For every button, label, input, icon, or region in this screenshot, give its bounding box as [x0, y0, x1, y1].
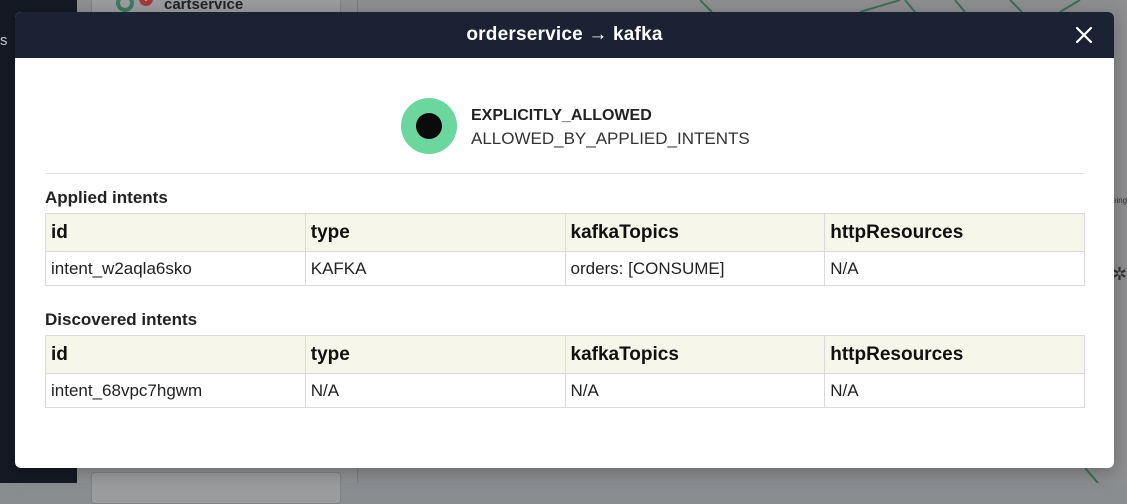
- service-card: [91, 472, 341, 504]
- column-header-id: id: [45, 213, 306, 252]
- close-button[interactable]: [1072, 23, 1096, 47]
- status-label: EXPLICITLY_ALLOWED: [471, 107, 652, 124]
- close-icon: [1075, 26, 1093, 44]
- cell-http-resources: N/A: [824, 373, 1085, 408]
- column-header-http-resources: httpResources: [824, 335, 1085, 374]
- table-row: intent_68vpc7hgwm N/A N/A N/A: [45, 373, 1085, 408]
- applied-intents-table: id type kafkaTopics httpResources intent…: [45, 213, 1085, 286]
- gear-icon: ✲: [1112, 264, 1127, 284]
- divider: [45, 173, 1084, 174]
- column-header-type: type: [304, 213, 566, 252]
- discovered-intents-table: id type kafkaTopics httpResources intent…: [45, 335, 1085, 408]
- column-header-type: type: [304, 335, 566, 374]
- applied-intents-title: Applied intents: [45, 188, 168, 207]
- cell-http-resources: N/A: [824, 251, 1085, 286]
- cell-id: intent_w2aqla6sko: [45, 251, 306, 286]
- status-indicator-dot: [416, 113, 442, 139]
- cell-type: N/A: [304, 373, 566, 408]
- cell-kafka-topics: orders: [CONSUME]: [564, 251, 826, 286]
- edge-label-fragment: eing: [1112, 196, 1127, 205]
- column-header-kafka-topics: kafkaTopics: [564, 213, 826, 252]
- table-header-row: id type kafkaTopics httpResources: [45, 335, 1085, 374]
- column-header-id: id: [45, 335, 306, 374]
- cell-id: intent_68vpc7hgwm: [45, 373, 306, 408]
- modal-title: orderservice → kafka: [466, 24, 663, 45]
- status-reason: ALLOWED_BY_APPLIED_INTENTS: [471, 129, 750, 148]
- discovered-intents-title: Discovered intents: [45, 310, 198, 329]
- modal-header: orderservice → kafka: [15, 12, 1114, 58]
- table-header-row: id type kafkaTopics httpResources: [45, 213, 1085, 252]
- cell-type: KAFKA: [304, 251, 566, 286]
- status-indicator-icon: [401, 98, 457, 154]
- table-row: intent_w2aqla6sko KAFKA orders: [CONSUME…: [45, 251, 1085, 286]
- intent-details-modal: orderservice → kafka EXPLICITLY_ALLOWED …: [15, 12, 1114, 468]
- column-header-kafka-topics: kafkaTopics: [564, 335, 826, 374]
- cell-kafka-topics: N/A: [564, 373, 826, 408]
- column-header-http-resources: httpResources: [824, 213, 1085, 252]
